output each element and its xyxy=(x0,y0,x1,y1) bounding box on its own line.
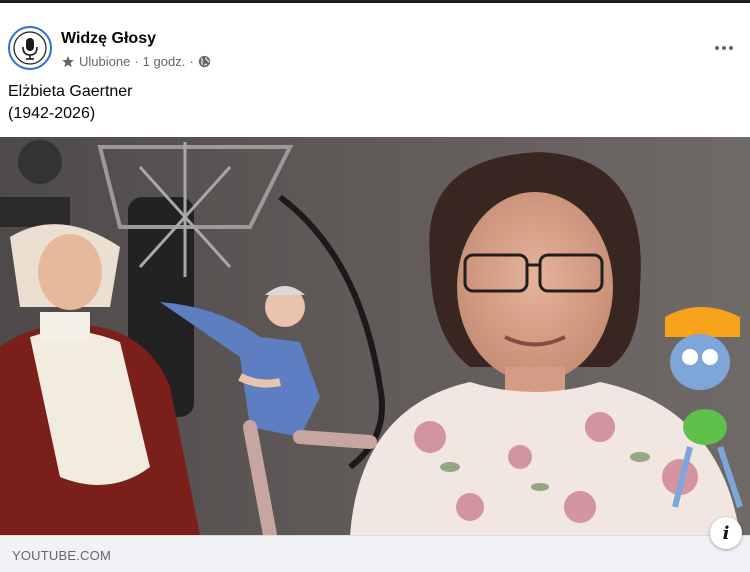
post-text-line: (1942-2026) xyxy=(8,105,96,122)
page-name-link[interactable]: Widzę Głosy xyxy=(61,30,156,48)
more-options-icon xyxy=(722,46,726,50)
favorite-label[interactable]: Ulubione xyxy=(79,54,130,69)
link-preview-footer[interactable]: YOUTUBE.COM xyxy=(0,535,750,572)
globe-icon[interactable] xyxy=(198,55,211,68)
facebook-post: Widzę Głosy Ulubione · 1 godz. · Elżbiet… xyxy=(0,0,750,572)
more-options-icon xyxy=(729,46,733,50)
link-preview-image[interactable] xyxy=(0,137,750,535)
meta-separator: · xyxy=(189,54,194,69)
post-meta: Ulubione · 1 godz. · xyxy=(61,54,211,69)
more-options-button[interactable] xyxy=(712,36,736,60)
post-text: Elżbieta Gaertner (1942-2026) xyxy=(8,81,133,125)
more-options-icon xyxy=(715,46,719,50)
page-avatar[interactable] xyxy=(8,26,52,70)
info-icon[interactable]: i xyxy=(710,517,742,549)
post-text-line: Elżbieta Gaertner xyxy=(8,83,133,100)
link-domain[interactable]: YOUTUBE.COM xyxy=(12,548,111,563)
post-header: Widzę Głosy Ulubione · 1 godz. · xyxy=(0,6,750,76)
preview-photo xyxy=(0,137,750,535)
meta-separator: · xyxy=(134,54,139,69)
star-icon xyxy=(62,55,74,67)
microphone-logo-icon xyxy=(13,31,47,65)
post-timestamp[interactable]: 1 godz. xyxy=(143,54,186,69)
